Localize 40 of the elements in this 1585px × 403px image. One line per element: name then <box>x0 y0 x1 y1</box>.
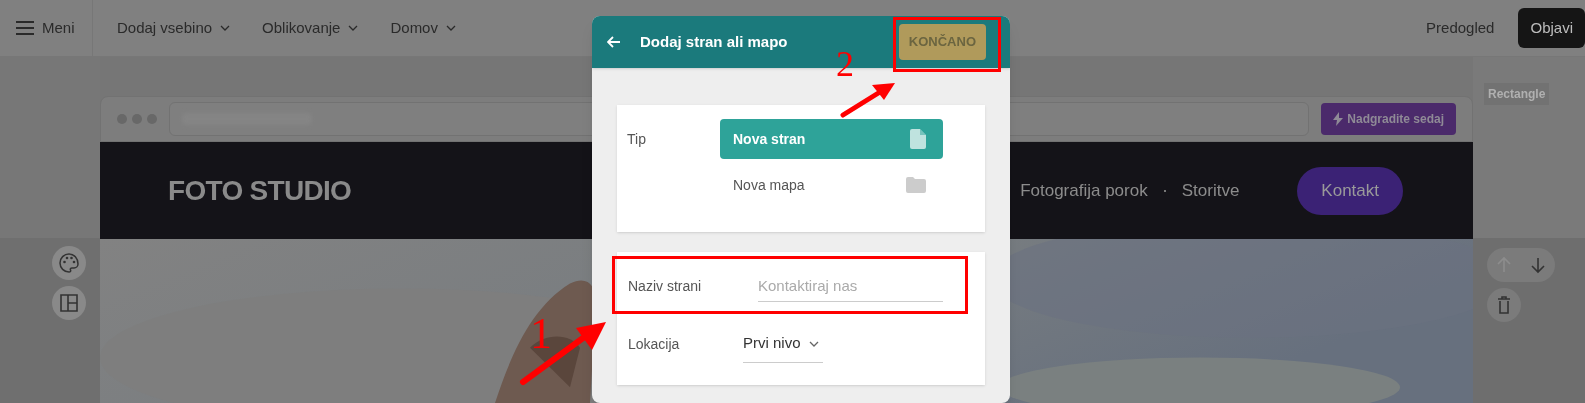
layout-button[interactable] <box>52 286 86 320</box>
chevron-down-icon <box>348 25 359 31</box>
trash-icon <box>1497 296 1511 314</box>
lightning-icon <box>1333 112 1344 126</box>
location-dropdown[interactable]: Prvi nivo <box>743 325 823 363</box>
field-label: Lokacija <box>628 334 681 354</box>
arrow-down-icon <box>1529 256 1547 274</box>
file-icon <box>910 129 926 149</box>
palette-button[interactable] <box>52 246 86 280</box>
annotation-arrow <box>840 80 897 118</box>
menu-button[interactable]: Meni <box>0 0 93 56</box>
type-option[interactable]: Nova stran <box>720 119 943 159</box>
done-button[interactable]: KONČANO <box>898 24 986 60</box>
menu-icon <box>16 21 34 35</box>
dialog-title: Dodaj stran ali mapo <box>640 31 788 52</box>
page-name-field[interactable]: Kontaktiraj nas <box>758 270 943 302</box>
nav-link[interactable]: Storitve <box>1181 177 1240 204</box>
layout-icon <box>60 294 78 312</box>
upgrade-button[interactable]: Nadgradite sedaj <box>1321 103 1456 135</box>
site-logo: FOTO STUDIO <box>168 173 352 208</box>
field-label: Naziv strani <box>628 276 703 296</box>
chevron-down-icon <box>220 25 231 31</box>
chevron-down-icon <box>808 340 819 347</box>
chevron-down-icon <box>445 25 456 31</box>
move-button[interactable] <box>1529 256 1547 274</box>
menu-dropdown[interactable]: Domov <box>390 16 456 40</box>
menu-dropdown[interactable]: Dodaj vsebino <box>117 16 231 40</box>
nav-link[interactable]: Fotografija porok <box>1020 177 1148 204</box>
publish-button[interactable]: Objavi <box>1518 8 1585 48</box>
field-label: Tip <box>627 130 647 149</box>
element-tag: Rectangle <box>1484 83 1550 105</box>
menu-dropdown[interactable]: Oblikovanje <box>262 16 359 40</box>
nav-separator <box>1163 189 1166 192</box>
folder-icon <box>906 177 926 193</box>
arrow-left-icon <box>607 36 621 48</box>
contact-button[interactable]: Kontakt <box>1297 166 1403 215</box>
preview-button[interactable]: Predogled <box>1426 16 1495 40</box>
palette-icon <box>59 253 79 273</box>
delete-button[interactable] <box>1487 288 1521 322</box>
annotation-number: 1 <box>530 312 552 356</box>
